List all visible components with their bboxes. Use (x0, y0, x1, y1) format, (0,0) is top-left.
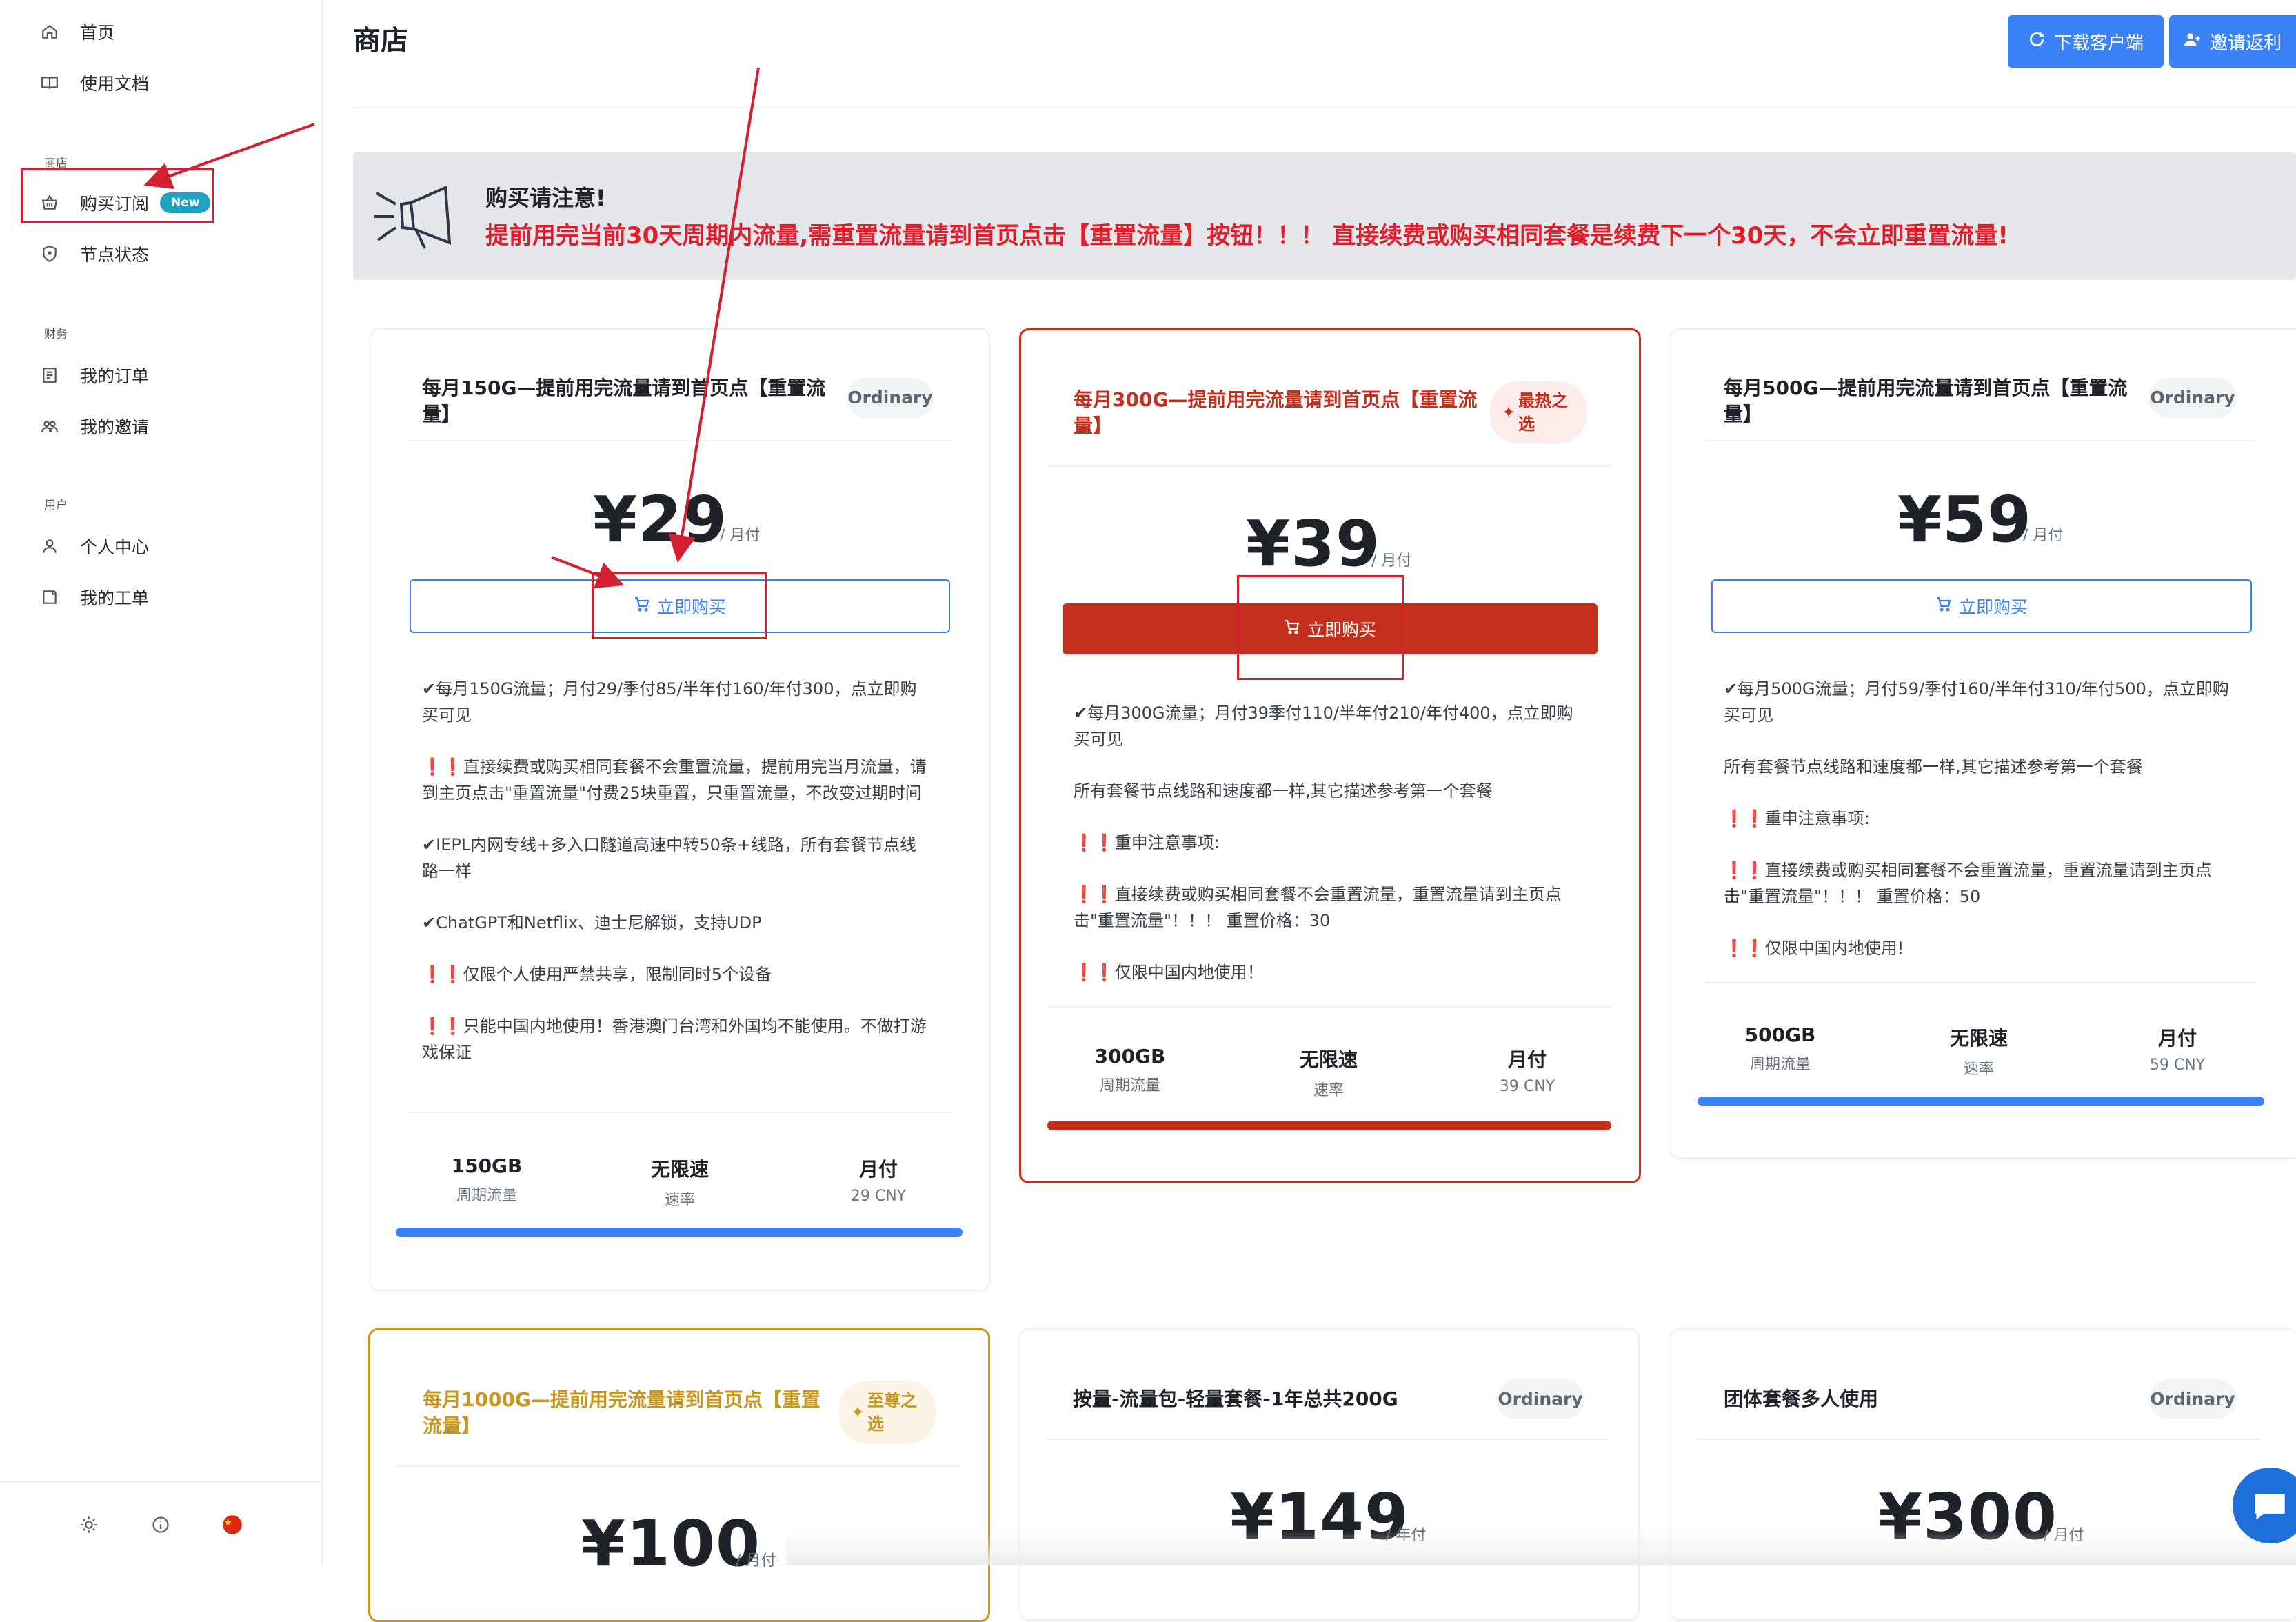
annotation-arrows (143, 67, 760, 589)
annotation-arrow (143, 123, 315, 190)
annotation-arrow (668, 67, 760, 563)
annotation-arrow (551, 556, 625, 589)
